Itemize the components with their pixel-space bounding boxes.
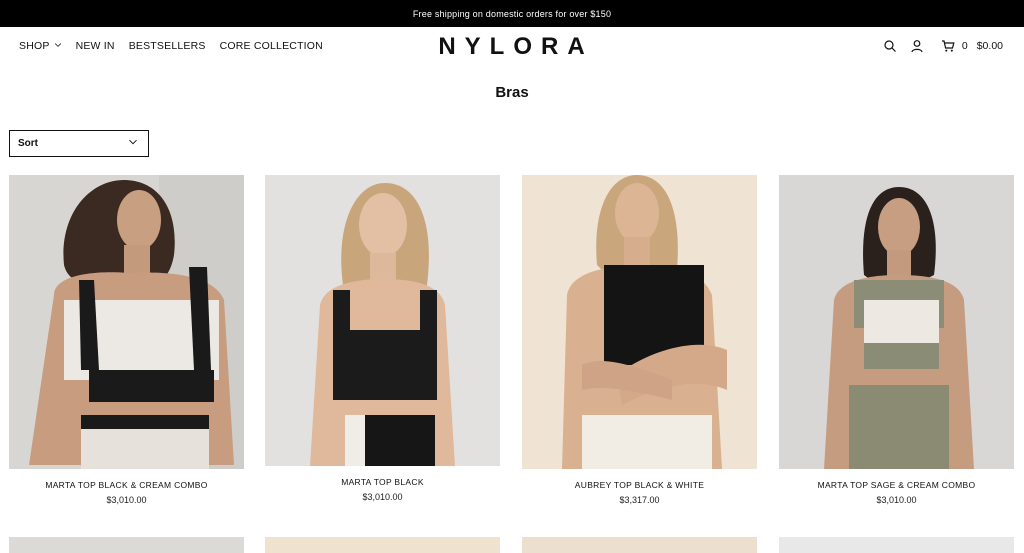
product-image-partial[interactable] bbox=[9, 537, 244, 553]
search-icon[interactable] bbox=[883, 39, 897, 53]
product-image[interactable] bbox=[265, 175, 500, 466]
product-image-partial[interactable] bbox=[779, 537, 1014, 553]
product-price: $3,010.00 bbox=[876, 495, 917, 505]
product-image[interactable] bbox=[779, 175, 1014, 469]
product-name[interactable]: MARTA TOP BLACK & CREAM COMBO bbox=[9, 480, 244, 490]
product-name[interactable]: MARTA TOP BLACK bbox=[265, 477, 500, 487]
product-image[interactable] bbox=[9, 175, 244, 469]
page-title: Bras bbox=[495, 84, 529, 101]
product-price: $3,317.00 bbox=[619, 495, 660, 505]
product-image-partial[interactable] bbox=[522, 537, 757, 553]
announcement-text: Free shipping on domestic orders for ove… bbox=[412, 8, 612, 19]
cart-icon[interactable] bbox=[941, 39, 955, 53]
product-price: $3,010.00 bbox=[362, 492, 403, 502]
sort-dropdown[interactable]: Sort bbox=[9, 130, 149, 157]
product-image[interactable] bbox=[522, 175, 757, 469]
sort-label: Sort bbox=[18, 138, 38, 149]
product-name[interactable]: AUBREY TOP BLACK & WHITE bbox=[522, 480, 757, 490]
product-image-partial[interactable] bbox=[265, 537, 500, 553]
user-icon[interactable] bbox=[910, 39, 924, 53]
cart-total[interactable]: $0.00 bbox=[977, 40, 1003, 52]
chevron-down-icon bbox=[128, 137, 138, 150]
header-actions: 0 $0.00 bbox=[883, 39, 1003, 53]
product-name[interactable]: MARTA TOP SAGE & CREAM COMBO bbox=[779, 480, 1014, 490]
site-header: SHOP NEW IN BESTSELLERS CORE COLLECTION … bbox=[0, 27, 1024, 71]
product-price: $3,010.00 bbox=[106, 495, 147, 505]
site-logo[interactable]: NYLORA bbox=[0, 33, 1024, 61]
cart-count[interactable]: 0 bbox=[962, 40, 968, 52]
announcement-bar: Free shipping on domestic orders for ove… bbox=[0, 0, 1024, 27]
